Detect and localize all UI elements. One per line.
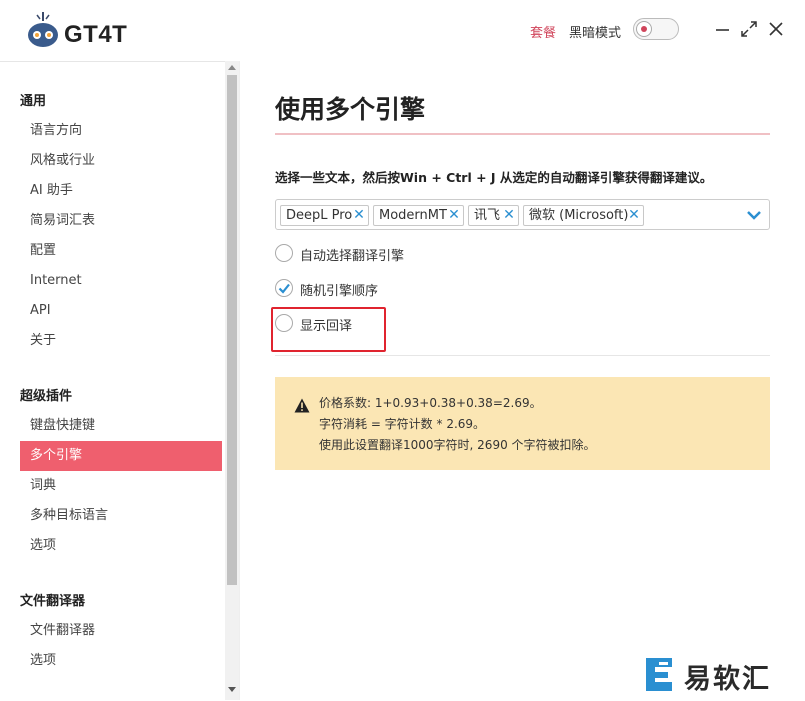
highlight-annotation	[271, 307, 386, 352]
sidebar-item-dictionary[interactable]: 词典	[20, 471, 222, 501]
engine-tag: DeepL Pro ✕	[280, 205, 369, 226]
app-name: GT4T	[64, 21, 128, 48]
title-bar: GT4T 套餐 黑暗模式	[0, 0, 805, 61]
engine-tag: ModernMT ✕	[373, 205, 464, 226]
section-title-file-translator: 文件翻译器	[20, 594, 86, 609]
option-random-order[interactable]: 随机引擎顺序	[275, 279, 435, 301]
remove-icon[interactable]: ✕	[502, 207, 516, 224]
price-notice: 价格系数: 1+0.93+0.38+0.38=2.69。 字符消耗 = 字符计数…	[275, 377, 770, 470]
options-divider	[275, 355, 770, 356]
engine-tag: 微软 (Microsoft) ✕	[523, 205, 644, 226]
option-label: 随机引擎顺序	[300, 284, 379, 299]
minimize-icon	[716, 29, 729, 31]
section-title-general: 通用	[20, 94, 47, 109]
robot-logo-icon	[28, 12, 58, 47]
engine-tag: 讯飞 ✕	[468, 205, 519, 226]
option-label: 自动选择翻译引擎	[300, 249, 405, 264]
expand-icon	[741, 21, 757, 37]
remove-icon[interactable]: ✕	[447, 207, 461, 224]
sidebar-scrollbar[interactable]	[225, 61, 239, 700]
sidebar-item-config[interactable]: 配置	[20, 236, 222, 266]
sidebar-item-about[interactable]: 关于	[20, 326, 222, 356]
engine-tag-label: DeepL Pro	[286, 208, 353, 223]
description: 选择一些文本，然后按Win + Ctrl + J 从选定的自动翻译引擎获得翻译建…	[275, 170, 713, 185]
radio-button[interactable]	[275, 244, 293, 262]
engine-tag-label: 讯飞	[474, 208, 501, 223]
close-icon	[769, 22, 783, 36]
close-button[interactable]	[765, 18, 787, 40]
engine-tag-label: 微软 (Microsoft)	[529, 208, 629, 223]
dark-mode-toggle[interactable]	[633, 18, 679, 40]
notice-line: 使用此设置翻译1000字符时, 2690 个字符被扣除。	[319, 438, 596, 452]
sidebar-item-internet[interactable]: Internet	[20, 266, 222, 296]
scroll-up-icon[interactable]	[228, 65, 236, 70]
sidebar-item-multiple-engines[interactable]: 多个引擎	[20, 441, 222, 471]
remove-icon[interactable]: ✕	[352, 207, 366, 224]
sidebar-item-options[interactable]: 选项	[20, 531, 222, 561]
title-divider	[275, 133, 770, 135]
sidebar-item-multi-target[interactable]: 多种目标语言	[20, 501, 222, 531]
divider	[239, 61, 240, 700]
watermark: 易软汇	[638, 654, 798, 695]
maximize-button[interactable]	[738, 18, 760, 40]
notice-line: 字符消耗 = 字符计数 * 2.69。	[319, 417, 486, 431]
minimize-button[interactable]	[712, 18, 734, 40]
sidebar-item-style-industry[interactable]: 风格或行业	[20, 146, 222, 176]
scroll-down-icon[interactable]	[228, 687, 236, 692]
warning-icon	[294, 398, 310, 413]
plan-link[interactable]: 套餐	[530, 22, 556, 41]
engine-multiselect[interactable]: DeepL Pro ✕ ModernMT ✕ 讯飞 ✕ 微软 (Microsof…	[275, 199, 770, 230]
sidebar-item-glossary[interactable]: 简易词汇表	[20, 206, 222, 236]
check-icon	[278, 283, 290, 294]
sidebar-item-language-direction[interactable]: 语言方向	[20, 116, 222, 146]
dark-mode-label: 黑暗模式	[569, 26, 622, 41]
page-title: 使用多个引擎	[275, 95, 426, 124]
sidebar: 通用 语言方向 风格或行业 AI 助手 简易词汇表 配置 Internet AP…	[0, 61, 225, 701]
sidebar-item-shortcuts[interactable]: 键盘快捷键	[20, 411, 222, 441]
notice-line: 价格系数: 1+0.93+0.38+0.38=2.69。	[319, 396, 542, 410]
sidebar-item-file-translator[interactable]: 文件翻译器	[20, 616, 222, 646]
scrollbar-thumb[interactable]	[227, 75, 237, 585]
chevron-down-icon[interactable]	[745, 206, 763, 224]
engine-tag-label: ModernMT	[379, 208, 447, 223]
watermark-text: 易软汇	[684, 664, 771, 695]
remove-icon[interactable]: ✕	[627, 207, 641, 224]
sidebar-item-ai-assistant[interactable]: AI 助手	[20, 176, 222, 206]
sidebar-item-api[interactable]: API	[20, 296, 222, 326]
watermark-logo-icon	[646, 658, 672, 691]
radio-button-checked[interactable]	[275, 279, 293, 297]
option-auto-select[interactable]: 自动选择翻译引擎	[275, 244, 435, 266]
section-title-super-plugins: 超级插件	[20, 389, 73, 404]
sidebar-item-file-options[interactable]: 选项	[20, 646, 222, 676]
toggle-knob	[636, 21, 652, 37]
